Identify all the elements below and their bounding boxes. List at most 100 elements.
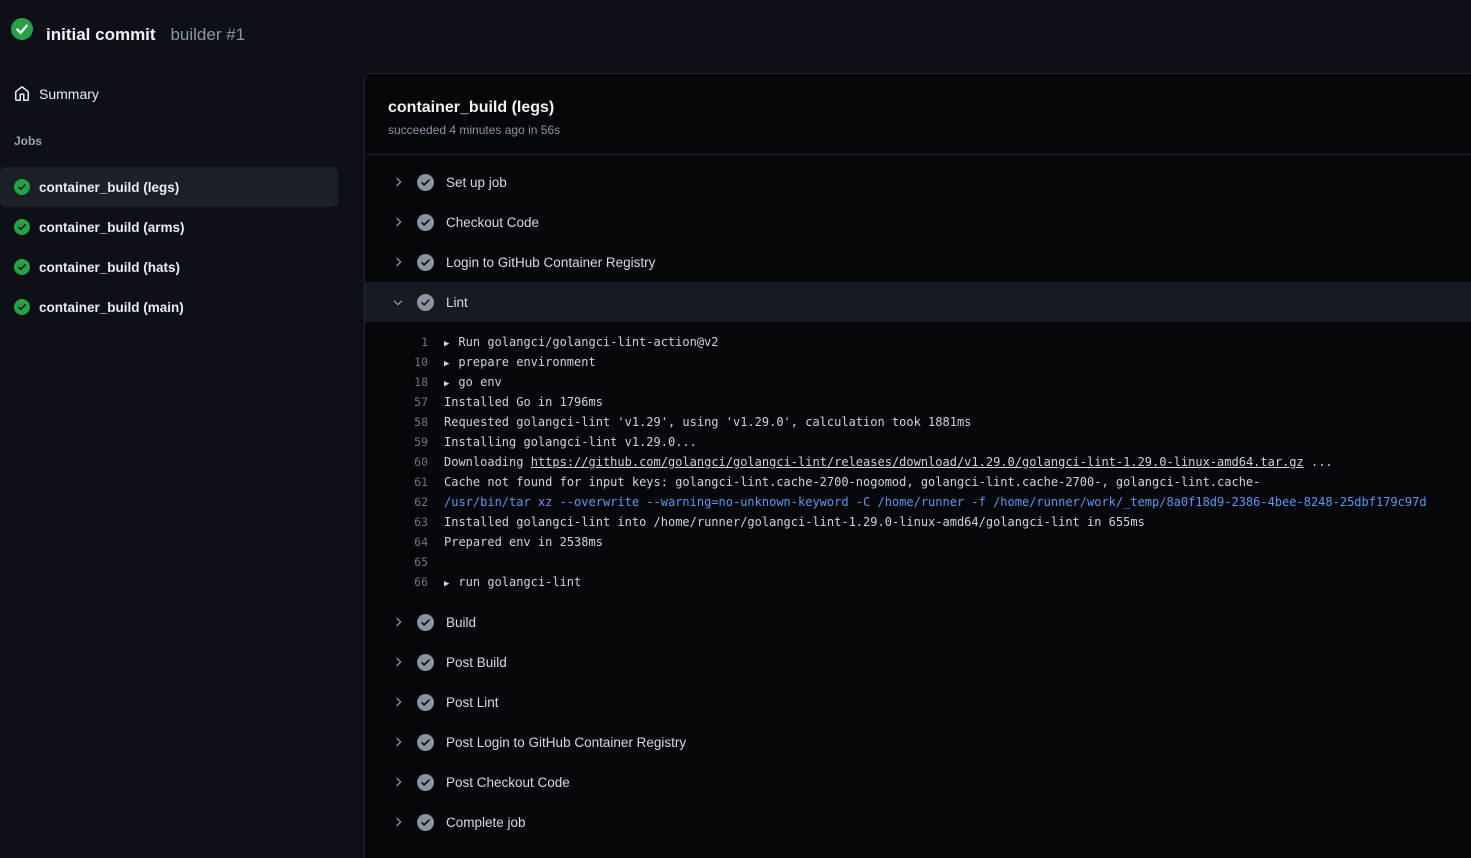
log-line-number[interactable]: 58 xyxy=(365,415,428,429)
chevron-icon xyxy=(391,655,405,669)
run-header: initial commit builder #1 xyxy=(0,0,1471,58)
step-success-icon xyxy=(417,294,434,311)
step: Build xyxy=(365,602,1471,642)
log-line-text: ▶Installed Go in 1796ms xyxy=(444,395,603,409)
run-success-icon xyxy=(11,18,33,40)
chevron-icon xyxy=(391,775,405,789)
step-row[interactable]: Post Checkout Code xyxy=(365,762,1471,802)
log-line-text: ▶Cache not found for input keys: golangc… xyxy=(444,475,1260,489)
chevron-icon xyxy=(391,295,405,309)
log-line-number[interactable]: 57 xyxy=(365,395,428,409)
step-label: Post Build xyxy=(446,655,507,670)
step-row[interactable]: Build xyxy=(365,602,1471,642)
log-link[interactable]: https://github.com/golangci/golangci-lin… xyxy=(531,455,1304,469)
log-line-number[interactable]: 66 xyxy=(365,575,428,589)
log-line-number[interactable]: 65 xyxy=(365,555,428,569)
log-line-text: ▶Downloading https://github.com/golangci… xyxy=(444,455,1333,469)
step-label: Complete job xyxy=(446,815,526,830)
step-label: Login to GitHub Container Registry xyxy=(446,255,655,270)
sidebar-job-item-2[interactable]: container_build (hats) xyxy=(0,247,338,287)
step: Post Login to GitHub Container Registry xyxy=(365,722,1471,762)
step: Login to GitHub Container Registry xyxy=(365,242,1471,282)
jobs-list: container_build (legs) container_build (… xyxy=(0,167,364,327)
step: Set up job xyxy=(365,162,1471,202)
log-line-number[interactable]: 10 xyxy=(365,355,428,369)
steps-list: Set up job Checkout Code xyxy=(365,155,1471,842)
group-marker-icon[interactable]: ▶ xyxy=(444,379,449,389)
step-success-icon xyxy=(417,694,434,711)
step-success-icon xyxy=(417,174,434,191)
sidebar-job-item-1[interactable]: container_build (arms) xyxy=(0,207,338,247)
chevron-icon xyxy=(391,175,405,189)
group-marker-icon[interactable]: ▶ xyxy=(444,359,449,369)
step-success-icon xyxy=(417,214,434,231)
step-row[interactable]: Post Build xyxy=(365,642,1471,682)
log-line: 61 ▶Cache not found for input keys: gola… xyxy=(365,472,1471,492)
log-line-text: ▶/usr/bin/tar xz --overwrite --warning=n… xyxy=(444,495,1427,509)
step-row[interactable]: Set up job xyxy=(365,162,1471,202)
run-title: initial commit builder #1 xyxy=(46,11,245,48)
log-line-number[interactable]: 59 xyxy=(365,435,428,449)
step: Post Build xyxy=(365,642,1471,682)
log-line-number[interactable]: 61 xyxy=(365,475,428,489)
log-line-text: ▶Run golangci/golangci-lint-action@v2 xyxy=(444,335,719,349)
job-title: container_build (legs) xyxy=(388,98,1449,117)
log-line: 58 ▶Requested golangci-lint 'v1.29', usi… xyxy=(365,412,1471,432)
log-line-number[interactable]: 64 xyxy=(365,535,428,549)
group-marker-icon[interactable]: ▶ xyxy=(444,339,449,349)
log-line-number[interactable]: 62 xyxy=(365,495,428,509)
step-success-icon xyxy=(417,734,434,751)
home-icon xyxy=(14,86,30,102)
job-success-icon xyxy=(14,299,30,315)
step-success-icon xyxy=(417,614,434,631)
sidebar-item-summary[interactable]: Summary xyxy=(0,80,364,108)
step-row[interactable]: Post Login to GitHub Container Registry xyxy=(365,722,1471,762)
step-label: Set up job xyxy=(446,175,507,190)
log-line: 18 ▶go env xyxy=(365,372,1471,392)
log-line-text: ▶prepare environment xyxy=(444,355,596,369)
jobs-heading: Jobs xyxy=(0,134,364,152)
log-line-text: ▶run golangci-lint xyxy=(444,575,581,589)
job-panel-header: container_build (legs) succeeded 4 minut… xyxy=(365,74,1471,155)
step-row[interactable]: Checkout Code xyxy=(365,202,1471,242)
step-success-icon xyxy=(417,814,434,831)
log-line: 10 ▶prepare environment xyxy=(365,352,1471,372)
log-line-number[interactable]: 63 xyxy=(365,515,428,529)
step: Checkout Code xyxy=(365,202,1471,242)
log-line: 64 ▶Prepared env in 2538ms xyxy=(365,532,1471,552)
step: Complete job xyxy=(365,802,1471,842)
sidebar-job-item-3[interactable]: container_build (main) xyxy=(0,287,338,327)
job-label: container_build (arms) xyxy=(39,220,185,235)
step: Post Checkout Code xyxy=(365,762,1471,802)
step-label: Post Lint xyxy=(446,695,499,710)
log-line-number[interactable]: 1 xyxy=(365,335,428,349)
job-success-icon xyxy=(14,179,30,195)
chevron-icon xyxy=(391,215,405,229)
job-label: container_build (hats) xyxy=(39,260,180,275)
chevron-icon xyxy=(391,735,405,749)
step-row[interactable]: Complete job xyxy=(365,802,1471,842)
log-line: 59 ▶Installing golangci-lint v1.29.0... xyxy=(365,432,1471,452)
job-success-icon xyxy=(14,219,30,235)
summary-label: Summary xyxy=(39,86,99,102)
sidebar-job-item-0[interactable]: container_build (legs) xyxy=(0,167,338,207)
log-line-text: ▶Installing golangci-lint v1.29.0... xyxy=(444,435,697,449)
log-line-text: ▶Prepared env in 2538ms xyxy=(444,535,603,549)
step-row[interactable]: Post Lint xyxy=(365,682,1471,722)
job-status-line: succeeded 4 minutes ago in 56s xyxy=(388,123,1449,138)
step-row[interactable]: Login to GitHub Container Registry xyxy=(365,242,1471,282)
step-row[interactable]: Lint xyxy=(365,282,1471,322)
log-line: 60 ▶Downloading https://github.com/golan… xyxy=(365,452,1471,472)
step-success-icon xyxy=(417,774,434,791)
log-line: 62 ▶/usr/bin/tar xz --overwrite --warnin… xyxy=(365,492,1471,512)
log-line: 57 ▶Installed Go in 1796ms xyxy=(365,392,1471,412)
job-label: container_build (legs) xyxy=(39,180,179,195)
job-log-panel: container_build (legs) succeeded 4 minut… xyxy=(364,73,1471,858)
log-line-text: ▶go env xyxy=(444,375,502,389)
log-line-number[interactable]: 60 xyxy=(365,455,428,469)
log-line-number[interactable]: 18 xyxy=(365,375,428,389)
step-label: Build xyxy=(446,615,476,630)
log-line: 63 ▶Installed golangci-lint into /home/r… xyxy=(365,512,1471,532)
group-marker-icon[interactable]: ▶ xyxy=(444,579,449,589)
job-label: container_build (main) xyxy=(39,300,184,315)
